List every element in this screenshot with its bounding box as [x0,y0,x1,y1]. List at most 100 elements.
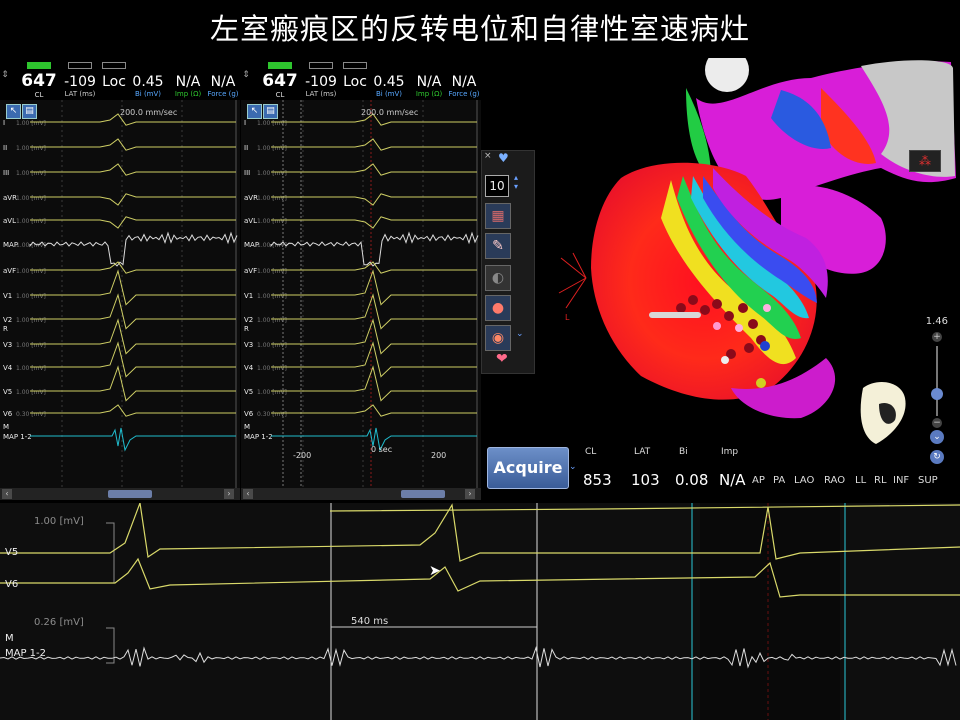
heart-list-icon[interactable]: ♥ [498,151,509,165]
time-tick: 0 sec [371,445,393,454]
points-tool-icon[interactable]: ● [485,295,511,321]
close-icon[interactable]: × [484,151,492,161]
orientation-marker-icon [705,58,749,92]
lat-stat: -109 LAT (ms) [301,62,341,98]
sort-icon[interactable]: ⇕ [242,62,250,81]
view-inf-button[interactable]: INF [893,475,909,486]
collapse-icon[interactable]: ⌄ [930,430,944,444]
ventricle-3d-map[interactable]: L [481,58,960,498]
lat-status-bar [309,62,333,69]
channel-label: R [3,325,8,333]
caliper-tool-icon[interactable]: ▤ [263,104,278,119]
channel-scale: 1.00 [mV] [16,170,46,177]
imp-unit: Imp (Ω) [174,90,202,98]
cl-unit: CL [275,91,285,99]
zoom-slider-track[interactable] [936,346,938,416]
acquire-button[interactable]: Acquire [487,447,569,489]
acquire-dropdown-icon[interactable]: ⌄ [569,462,577,472]
map-toolbox: × ♥ 10 ▴ ▾ ▦ ✎ ◐ ● ◉ ⌄ ❤ [481,150,535,374]
channel-scale: 1.00 [mV] [16,120,46,127]
channel-scale: 1.00 [mV] [16,365,46,372]
horizontal-scrollbar[interactable]: ‹ › [241,488,481,500]
scroll-thumb[interactable] [108,490,152,498]
cl-unit: CL [34,91,44,99]
shape-tool-icon[interactable]: ◐ [485,265,511,291]
force-unit: Force (g) [448,90,480,98]
bi-unit: Bi (mV) [375,90,403,98]
chevron-down-icon[interactable]: ⌄ [516,329,524,339]
lat-status-bar [68,62,92,69]
channel-label: aVR [3,194,17,202]
target-tool-icon[interactable]: ◉ [485,325,511,351]
panel-header: ⇕ 647 CL -109 LAT (ms) Loc 0.45 Bi (mV) … [241,58,481,100]
scroll-left-icon[interactable]: ‹ [243,489,253,499]
signal-plot[interactable]: I 1.00 [mV] II 1.00 [mV] III 1.00 [mV] aVR 1.00… [241,100,481,488]
scroll-thumb[interactable] [401,490,445,498]
force-stat: N/A Force (g) [206,62,240,98]
zoom-in-icon[interactable]: + [932,332,942,342]
time-tick: -200 [293,451,312,460]
cl-stat: 647 CL [261,62,299,99]
cl-value: 647 [21,71,57,91]
caliper-tool-icon[interactable]: ▤ [22,104,37,119]
zoom-slider-thumb[interactable] [931,388,943,400]
catheter-tool-icon[interactable]: ✎ [485,233,511,259]
view-lao-button[interactable]: LAO [794,475,814,486]
channel-scale: 1.00 [mV] [16,389,46,396]
channel-label: aVL [244,217,257,225]
view-rao-button[interactable]: RAO [824,475,845,486]
channel-label: aVL [3,217,16,225]
channel-scale: 1.00 [mV] [16,317,46,324]
imp-stat: N/A Imp (Ω) [411,62,447,98]
bi-stat: 0.45 Bi (mV) [130,62,166,98]
zoom-tool-icon[interactable]: ↖ [247,104,262,119]
force-unit: Force (g) [207,90,239,98]
zoomed-signal-strip[interactable]: 1.00 [mV] V5 V6 0.26 [mV] M MAP 1-2 540 … [0,503,960,720]
horizontal-scrollbar[interactable]: ‹ › [0,488,240,500]
scroll-right-icon[interactable]: › [224,489,234,499]
channel-label: I [3,119,5,127]
imp-label: Imp [721,447,739,457]
tag-icon[interactable]: ❤ [496,351,508,367]
sweep-speed: 200.0 mm/sec [120,108,178,117]
zoom-out-icon[interactable]: − [932,418,942,428]
channel-label: aVF [244,267,257,275]
channel-label: V2 [3,316,12,324]
force-value: N/A [451,74,477,90]
stepper-icon[interactable]: ▴ ▾ [514,173,518,191]
view-rl-button[interactable]: RL [874,475,887,486]
lat-value: -109 [64,74,96,90]
lat-value: 103 [631,471,660,489]
heart-orientation-icon [860,382,906,444]
cl-value: 853 [583,471,612,489]
channel-label: MAP 1-2 [244,433,273,441]
view-ap-button[interactable]: AP [752,475,765,486]
slide-title: 左室瘢痕区的反转电位和自律性室速病灶 [209,12,750,46]
rotate-icon[interactable]: ↻ [930,450,944,464]
scroll-left-icon[interactable]: ‹ [2,489,12,499]
zoom-tool-icon[interactable]: ↖ [6,104,21,119]
scroll-right-icon[interactable]: › [465,489,475,499]
grid-map-icon[interactable]: ▦ [485,203,511,229]
view-pa-button[interactable]: PA [773,475,785,486]
point-grid-icon[interactable]: ⁂ [909,150,941,172]
cl-status-bar [27,62,51,69]
point-count-field[interactable]: 10 [485,175,509,197]
mouse-cursor-icon: ➤ [429,563,441,579]
electroanatomic-map-view[interactable]: L ⁂ × ♥ 10 ▴ ▾ ▦ ✎ ◐ ● ◉ ⌄ ❤ 1.46 + − ⌄ ↻… [481,58,960,498]
channel-label: aVF [3,267,16,275]
channel-label: II [3,144,7,152]
view-ll-button[interactable]: LL [855,475,866,486]
channel-scale: 1.00 [mV] [16,268,46,275]
channel-label: MAP 1-2 [3,433,32,441]
traces-svg: I 1.00 [mV]II 1.00 [mV]III 1.00 [mV]aVR 1.00… [3,100,238,488]
view-sup-button[interactable]: SUP [918,475,938,486]
sort-icon[interactable]: ⇕ [1,62,9,81]
v5-label: V5 [5,547,19,558]
imp-value: N/A [416,74,442,90]
signal-plot[interactable]: I 1.00 [mV] II 1.00 [mV] III 1.00 [mV] aVR 1.00… [0,100,240,488]
channel-scale: 1.00 [mV] [257,218,287,225]
channel-label: M [3,423,9,431]
ep-recording-panel-right: ⇕ 647 CL -109 LAT (ms) Loc 0.45 Bi (mV) … [241,58,481,500]
channel-label: V1 [244,292,253,300]
